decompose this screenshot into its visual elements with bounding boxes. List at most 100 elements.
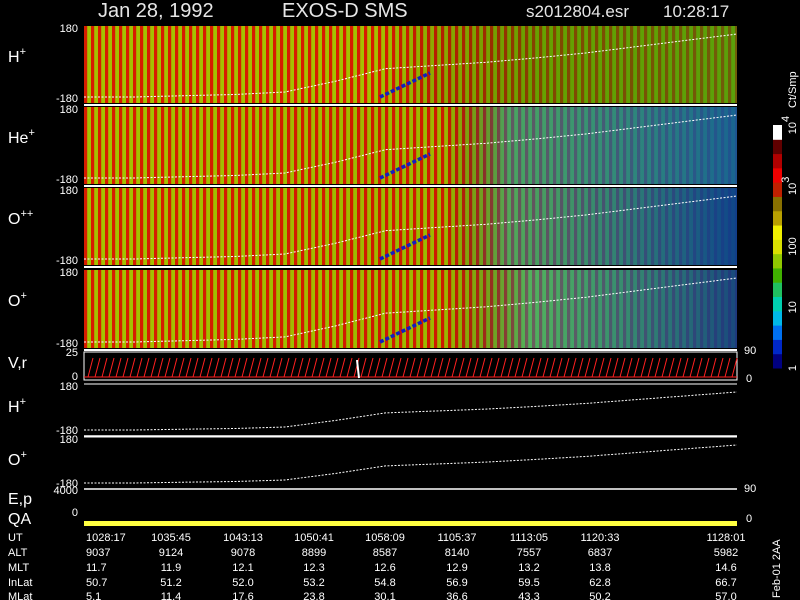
colorbar-tick: 103 <box>780 177 799 195</box>
vr-right-bottom: 0 <box>746 373 752 385</box>
y-tick-top: 180 <box>60 267 78 279</box>
footer-row-label: InLat <box>8 577 32 589</box>
footer-cell: 11.4 <box>161 591 182 600</box>
footer-cell: 1120:33 <box>581 532 620 544</box>
footer-cell: 9124 <box>159 547 183 559</box>
panel-fade <box>84 188 737 265</box>
ep-y-top: 4000 <box>54 485 78 497</box>
footer-cell: 12.6 <box>374 562 395 574</box>
pitch-angle-line-panels: H+180-180O+180-180 <box>8 381 738 490</box>
colorbar-tick: 104 <box>780 116 799 134</box>
colorbar-swatch <box>773 325 782 340</box>
footer-cell: 9037 <box>86 547 110 559</box>
footer-cell: 1105:37 <box>438 532 477 544</box>
footer-cell: 53.2 <box>303 577 324 589</box>
panel-label: O+ <box>8 290 27 310</box>
footer-cell: 12.9 <box>446 562 467 574</box>
footer-cell: 8899 <box>302 547 326 559</box>
colorbar-swatch <box>773 196 782 212</box>
footer-cell: 1128:01 <box>707 532 746 544</box>
colorbar-tick-label: 104 <box>780 116 799 134</box>
colorbar-swatch <box>773 353 782 369</box>
colorbar-swatch <box>773 125 782 140</box>
footer-cell: 43.3 <box>518 591 539 600</box>
footer-cell: 8587 <box>373 547 397 559</box>
footer-row-label: ALT <box>8 547 28 559</box>
colorbar-tick: 100 <box>787 237 799 255</box>
footer-cell: 62.8 <box>589 577 610 589</box>
y-tick-top: 180 <box>60 185 78 197</box>
footer-cell: 36.6 <box>446 591 467 600</box>
colorbar-tick-label: 1 <box>787 365 799 371</box>
vr-right-top: 90 <box>744 345 756 357</box>
colorbar-tick-label: 10 <box>787 301 799 313</box>
colorbar-swatch <box>773 139 782 155</box>
footer-cell: 7557 <box>517 547 541 559</box>
y-tick-top: 180 <box>60 23 78 35</box>
spectrogram-panel: He+180-180 <box>8 104 738 187</box>
footer-cell: 1028:17 <box>86 532 126 544</box>
line-panel-label: H+ <box>8 396 26 416</box>
colorbar-swatch <box>773 296 782 312</box>
footer-cell: 13.8 <box>589 562 610 574</box>
colorbar-swatch <box>773 253 782 269</box>
footer-cell: 9078 <box>231 547 255 559</box>
footer-cell: 52.0 <box>232 577 253 589</box>
colorbar-swatch <box>773 282 782 298</box>
footer-cell: 54.8 <box>374 577 395 589</box>
line-panel: H+180-180 <box>8 381 738 437</box>
y-tick-top: 180 <box>60 104 78 116</box>
footer-cell: 1058:09 <box>365 532 405 544</box>
footer-cell: 13.2 <box>518 562 539 574</box>
footer-cell: 23.8 <box>303 591 324 600</box>
panel-label: H+ <box>8 46 26 66</box>
plot-stamp: Feb-01 2AA <box>771 539 783 598</box>
footer-cell: 6837 <box>588 547 612 559</box>
header-file: s2012804.esr <box>526 2 629 21</box>
spectrogram-panels: H+180-180He+180-180O++180-180O+180-180 <box>8 23 738 351</box>
colorbar-swatch <box>773 310 782 326</box>
panel-label: He+ <box>8 127 35 147</box>
header-time: 10:28:17 <box>663 2 729 21</box>
panel-fade <box>84 270 737 348</box>
footer-cell: 12.3 <box>303 562 324 574</box>
colorbar: 104 103 100 10 1 Ct/Smp <box>773 71 799 371</box>
spectrogram-panel: O++ 180 -180 <box>8 185 738 268</box>
footer-row-label: MLT <box>8 562 29 574</box>
colorbar-tick: 1 <box>787 365 799 371</box>
footer-cell: 51.2 <box>160 577 181 589</box>
vr-y-top: 25 <box>66 347 78 359</box>
panel-fade <box>84 26 737 103</box>
orbit-footer: UT ALT MLT InLat MLat 1028:17 9037 11.7 50.7 5.1 1… <box>8 532 745 600</box>
line-panel-label: O+ <box>8 449 27 469</box>
qa-label: QA <box>8 511 31 528</box>
qa-right-bottom: 0 <box>746 513 752 525</box>
qa-y-bottom: 0 <box>72 507 78 519</box>
ep-label: E,p <box>8 491 32 508</box>
ep-right-top: 90 <box>744 483 756 495</box>
footer-row-label: UT <box>8 532 23 544</box>
footer-cell: 8140 <box>445 547 469 559</box>
footer-cell: 14.6 <box>715 562 736 574</box>
footer-cell: 5982 <box>714 547 738 559</box>
footer-cell: 1035:45 <box>151 532 191 544</box>
footer-cell: 11.7 <box>86 562 107 574</box>
qa-bar <box>84 521 737 526</box>
colorbar-unit: Ct/Smp <box>787 71 799 108</box>
footer-cell: 56.9 <box>446 577 467 589</box>
line-trace <box>84 444 738 484</box>
colorbar-swatch <box>773 210 782 226</box>
colorbar-swatch <box>773 267 782 283</box>
colorbar-tick: 10 <box>787 301 799 313</box>
line-y-top: 180 <box>60 434 78 446</box>
line-y-top: 180 <box>60 381 78 393</box>
colorbar-swatch <box>773 239 782 255</box>
colorbar-swatch <box>773 339 782 355</box>
footer-cell: 57.0 <box>715 591 736 600</box>
header-date: Jan 28, 1992 <box>98 0 214 22</box>
footer-row-label: MLat <box>8 591 32 600</box>
footer-cell: 30.1 <box>374 591 395 600</box>
line-panel: O+180-180 <box>8 434 738 490</box>
colorbar-tick-label: 100 <box>787 237 799 255</box>
footer-cell: 12.1 <box>232 562 253 574</box>
